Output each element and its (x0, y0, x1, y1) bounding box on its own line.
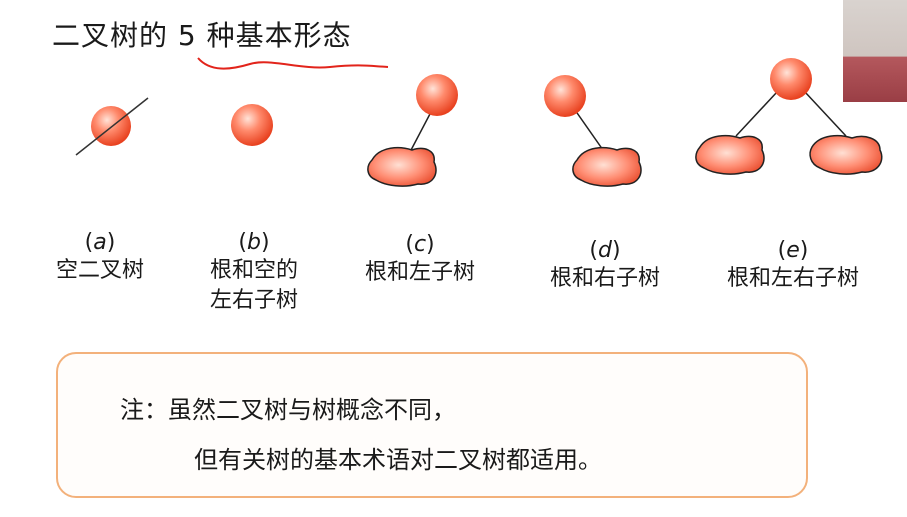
form-c-edge (409, 111, 432, 153)
caption-b-line-1: 根和空的 (209, 258, 298, 283)
note-box: 注：虽然二叉树与树概念不同， 但有关树的基本术语对二叉树都适用。 (56, 352, 808, 498)
form-d-edge (574, 109, 604, 151)
form-c-root-node (416, 74, 458, 116)
form-a-empty-tree (75, 97, 149, 156)
caption-c-line-1: 根和左子树 (364, 260, 475, 285)
caption-b-letter: (b) (238, 230, 270, 255)
caption-a-letter: (a) (84, 230, 116, 255)
caption-d-line-1: 根和右子树 (549, 266, 660, 291)
form-e-root-node (770, 58, 812, 100)
caption-b: (b) 根和空的 左右子树 (192, 230, 316, 316)
caption-e-line-1: 根和左右子树 (726, 266, 859, 291)
form-a-node (91, 106, 131, 146)
form-d-root-node (544, 75, 586, 117)
form-e-left-subtree (695, 134, 765, 175)
form-e-left-edge (735, 91, 778, 137)
caption-a: (a) 空二叉树 (40, 230, 160, 286)
caption-c: (c) 根和左子树 (346, 232, 494, 288)
caption-e: (e) 根和左右子树 (704, 238, 882, 294)
caption-d-letter: (d) (589, 238, 621, 263)
form-e-right-subtree (809, 134, 883, 175)
caption-b-line-2: 左右子树 (209, 288, 298, 313)
caption-d: (d) 根和右子树 (530, 238, 680, 294)
presenter-webcam-thumbnail (843, 0, 907, 102)
note-line-1: 注：虽然二叉树与树概念不同， (120, 396, 456, 424)
title-underline (197, 57, 389, 70)
caption-a-line-1: 空二叉树 (55, 258, 144, 283)
note-line-2: 但有关树的基本术语对二叉树都适用。 (194, 446, 602, 474)
form-c-left-subtree (367, 146, 437, 187)
form-d-right-subtree (572, 146, 642, 187)
caption-e-letter: (e) (777, 238, 809, 263)
caption-c-letter: (c) (405, 232, 435, 257)
form-b-root-only (231, 104, 273, 146)
form-c-root-left (367, 74, 458, 187)
form-e-right-edge (804, 91, 847, 137)
form-d-root-right (544, 75, 642, 187)
form-b-root-node (231, 104, 273, 146)
